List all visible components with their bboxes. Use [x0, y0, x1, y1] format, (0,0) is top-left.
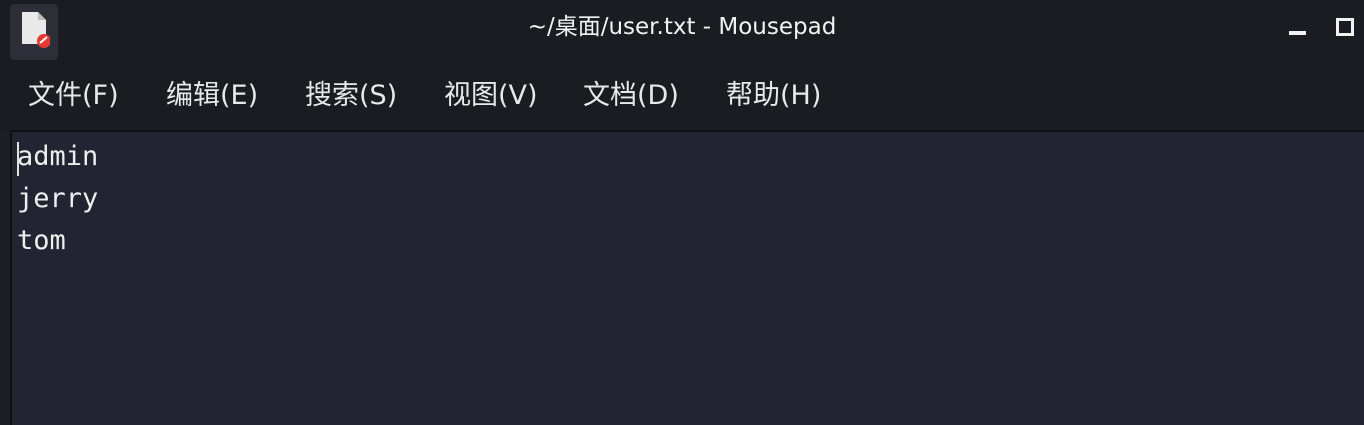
- menu-help[interactable]: 帮助(H): [726, 78, 821, 114]
- minimize-icon: [1289, 31, 1306, 35]
- maximize-button[interactable]: [1334, 14, 1358, 38]
- minimize-button[interactable]: [1286, 14, 1310, 38]
- text-editor-area[interactable]: admin jerry tom: [10, 130, 1364, 425]
- menu-bar: 文件(F) 编辑(E) 搜索(S) 视图(V) 文档(D) 帮助(H): [0, 62, 1364, 130]
- editor-line: tom: [17, 225, 66, 256]
- editor-line: jerry: [17, 183, 99, 214]
- menu-edit[interactable]: 编辑(E): [166, 78, 258, 114]
- title-bar[interactable]: ~/桌面/user.txt - Mousepad: [0, 0, 1364, 62]
- menu-file[interactable]: 文件(F): [28, 78, 119, 114]
- menu-view[interactable]: 视图(V): [444, 78, 538, 114]
- window-title: ~/桌面/user.txt - Mousepad: [527, 14, 837, 40]
- editor-line: admin: [17, 141, 99, 172]
- menu-search[interactable]: 搜索(S): [305, 78, 397, 114]
- menu-document[interactable]: 文档(D): [583, 78, 679, 114]
- maximize-icon: [1336, 18, 1354, 36]
- mousepad-window: ~/桌面/user.txt - Mousepad 文件(F) 编辑(E) 搜索(…: [0, 0, 1364, 425]
